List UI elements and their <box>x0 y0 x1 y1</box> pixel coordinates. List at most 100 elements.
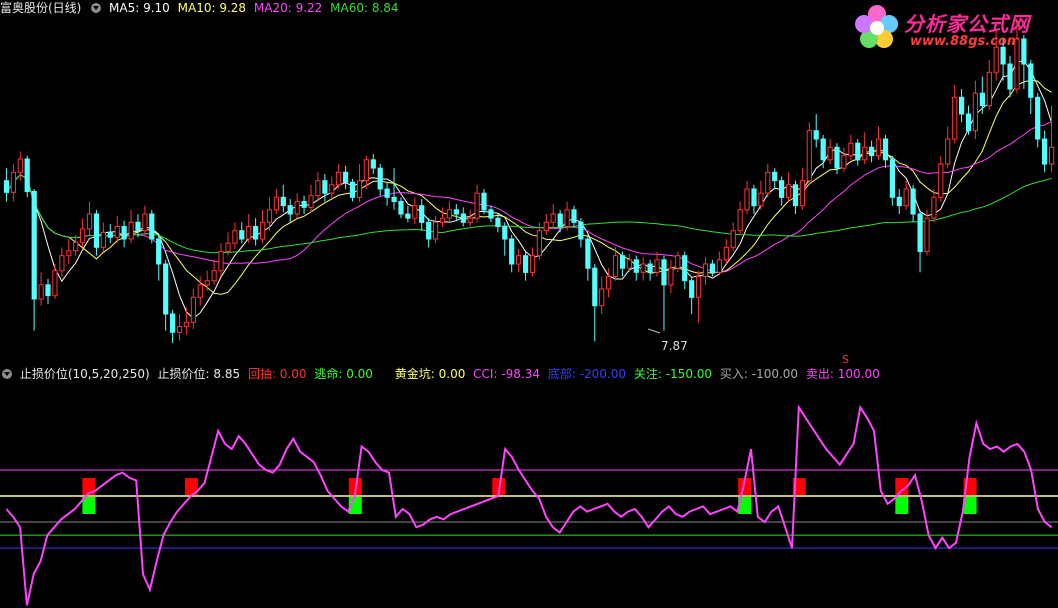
candle <box>308 184 314 213</box>
candle <box>294 193 300 219</box>
indicator-settings-button[interactable] <box>2 369 12 379</box>
candle <box>66 239 72 264</box>
candle <box>661 255 667 331</box>
candle <box>384 182 390 206</box>
candle <box>633 255 639 281</box>
candle <box>862 132 868 164</box>
candle <box>232 222 238 249</box>
sell-marker: S <box>842 353 849 364</box>
candle <box>107 224 113 244</box>
candle <box>329 176 335 199</box>
candle <box>972 80 978 139</box>
candle <box>952 84 958 144</box>
candle <box>31 189 37 331</box>
candle <box>239 222 245 244</box>
ma5-value: MA5: 9.10 <box>109 1 170 15</box>
candle <box>647 259 653 281</box>
candle <box>253 218 259 246</box>
candle <box>343 165 349 189</box>
candle <box>1014 22 1020 94</box>
candle <box>3 168 10 202</box>
candle <box>38 272 44 306</box>
candle <box>301 195 307 214</box>
ma20-value: MA20: 9.22 <box>253 1 323 15</box>
candle <box>668 259 674 294</box>
candle <box>349 179 356 202</box>
candle <box>315 172 321 202</box>
candle <box>460 207 466 227</box>
candle <box>910 184 916 223</box>
candle <box>806 122 812 185</box>
candle <box>495 214 501 233</box>
candle <box>336 164 342 189</box>
buy-signal-bar <box>895 497 909 514</box>
candle <box>260 209 266 244</box>
candle <box>675 251 681 273</box>
candle <box>744 180 750 214</box>
candle <box>827 139 833 164</box>
candle <box>246 214 252 244</box>
ma10-value: MA10: 9.28 <box>177 1 247 15</box>
candle <box>1000 39 1006 81</box>
candle <box>190 289 197 329</box>
candle <box>446 201 452 223</box>
candle <box>965 105 972 135</box>
candle <box>848 134 854 160</box>
pullback-value: 回抽: 0.00 <box>247 367 307 381</box>
candle <box>737 201 743 235</box>
candle <box>1035 93 1041 148</box>
candle <box>529 247 536 277</box>
candle <box>896 189 902 214</box>
candle <box>889 155 895 206</box>
candle <box>287 199 293 223</box>
candle <box>426 218 432 248</box>
candle <box>1028 59 1034 114</box>
candle <box>938 155 944 202</box>
candle <box>592 264 598 342</box>
candle <box>917 209 923 273</box>
candle <box>10 164 16 202</box>
candle <box>779 176 785 206</box>
candle <box>986 59 992 110</box>
escape-value: 逃命: 0.00 <box>314 367 373 381</box>
candle <box>156 234 162 281</box>
candle <box>24 155 30 198</box>
candle <box>370 154 376 174</box>
candle <box>481 189 487 214</box>
candle <box>945 126 951 169</box>
indicator-name[interactable]: 止损价位(10,5,20,250) <box>20 367 150 381</box>
candlestick-chart[interactable]: 7.87 S <box>0 14 1058 364</box>
cci-indicator-chart[interactable] <box>0 384 1058 608</box>
sell-level: 卖出: 100.00 <box>805 367 880 381</box>
candle <box>869 140 875 163</box>
ma-settings-button[interactable] <box>91 3 102 13</box>
candle <box>882 134 889 169</box>
candle <box>474 184 480 223</box>
candle <box>273 189 279 214</box>
stop-price: 止损价位: 8.85 <box>157 367 241 381</box>
candle <box>1007 55 1013 98</box>
candle <box>176 314 183 341</box>
candle <box>571 205 577 227</box>
candle <box>585 234 591 281</box>
candle <box>841 147 847 173</box>
golden-pit-value: 黄金坑: 0.00 <box>394 367 466 381</box>
candle <box>509 234 515 273</box>
candle <box>59 247 65 277</box>
candle <box>391 168 397 210</box>
candle <box>218 243 224 277</box>
candle <box>204 270 210 291</box>
candle <box>377 164 383 196</box>
candle <box>523 251 529 281</box>
candle <box>170 309 176 344</box>
candle <box>453 204 459 221</box>
candle <box>820 134 826 169</box>
candle <box>751 184 757 214</box>
candle <box>619 251 626 277</box>
low-price-annotation: 7.87 <box>647 328 688 353</box>
stock-title[interactable]: 富奥股份(日线) <box>0 1 81 15</box>
candle <box>599 276 605 314</box>
candle <box>121 220 127 248</box>
candle <box>398 197 404 219</box>
candle <box>433 215 439 244</box>
